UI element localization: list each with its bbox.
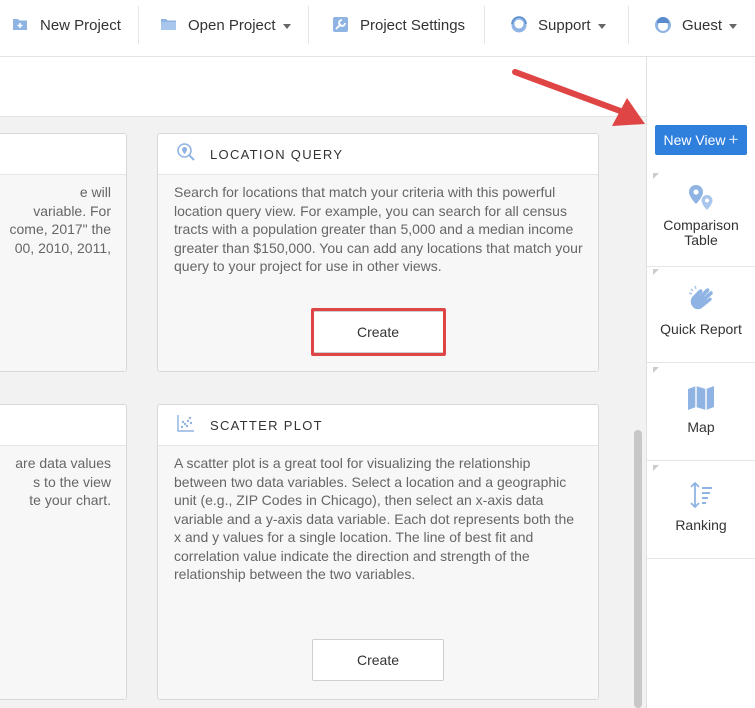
nav-divider <box>628 6 629 44</box>
description-line: are data values <box>15 455 111 471</box>
ranking-icon <box>687 481 715 511</box>
card-title: SCATTER PLOT <box>210 417 323 433</box>
card-title: LOCATION QUERY <box>210 146 344 162</box>
description-line: te your chart. <box>29 492 111 508</box>
scatter-plot-create-button[interactable]: Create <box>312 639 444 681</box>
view-item-label: Table <box>684 232 718 248</box>
description-line: come, 2017" the <box>9 221 111 237</box>
open-project-label: Open Project <box>188 16 276 34</box>
new-project-icon <box>12 16 30 34</box>
description-line: s to the view <box>33 473 111 490</box>
open-project-menu[interactable]: Open Project <box>160 0 291 50</box>
location-search-icon <box>176 142 196 167</box>
view-card-partial-top: e will variable. For come, 2017" the 00,… <box>0 133 127 372</box>
view-item-ranking[interactable]: Ranking <box>647 461 755 559</box>
card-header: LOCATION QUERY <box>158 134 598 174</box>
chevron-down-icon <box>282 23 291 29</box>
view-item-map[interactable]: Map <box>647 363 755 461</box>
scrollbar-thumb[interactable] <box>634 430 642 708</box>
new-project-label: New Project <box>40 16 121 34</box>
new-view-button[interactable]: New View + <box>655 125 747 155</box>
drag-corner-icon <box>653 173 659 179</box>
plus-icon: + <box>728 130 739 149</box>
view-item-label: Quick Report <box>660 321 742 337</box>
card-header <box>0 405 126 445</box>
nav-divider <box>484 6 485 44</box>
top-nav-bar: New Project Open Project Project Setting… <box>0 0 755 57</box>
description-line: variable. For <box>33 202 111 219</box>
create-button-highlight <box>311 308 446 356</box>
description-line: 00, 2010, 2011, <box>14 239 111 256</box>
card-header <box>0 134 126 174</box>
map-icon <box>687 383 715 413</box>
new-project-button[interactable]: New Project <box>12 0 121 50</box>
drag-corner-icon <box>653 269 659 275</box>
scatter-plot-icon <box>176 413 196 438</box>
card-description: A scatter plot is a great tool for visua… <box>174 455 575 582</box>
support-menu[interactable]: Support <box>510 0 606 50</box>
user-avatar-icon <box>654 16 672 34</box>
card-body: are data values s to the view te your ch… <box>0 445 126 699</box>
annotation-arrow <box>512 69 645 126</box>
project-settings-button[interactable]: Project Settings <box>332 0 465 50</box>
drag-corner-icon <box>653 465 659 471</box>
project-settings-label: Project Settings <box>360 16 466 34</box>
guest-label: Guest <box>682 16 723 34</box>
card-description-fragment: e will variable. For come, 2017" the 00,… <box>0 183 111 257</box>
view-item-label: Map <box>687 419 715 435</box>
view-item-comparison-table[interactable]: Comparison Table <box>647 169 755 267</box>
card-body: e will variable. For come, 2017" the 00,… <box>0 174 126 371</box>
chevron-down-icon <box>597 23 606 29</box>
card-description: Search for locations that match your cri… <box>174 184 583 274</box>
view-card-partial-bottom: are data values s to the view te your ch… <box>0 404 127 700</box>
card-description-fragment: are data values s to the view te your ch… <box>0 454 111 510</box>
view-item-label: Ranking <box>675 517 727 533</box>
nav-divider <box>138 6 139 44</box>
guest-user-menu[interactable]: Guest <box>654 0 738 50</box>
view-item-quick-report[interactable]: Quick Report <box>647 265 755 363</box>
new-view-label: New View <box>663 132 726 148</box>
drag-corner-icon <box>653 367 659 373</box>
support-label: Support <box>538 16 591 34</box>
nav-divider <box>308 6 309 44</box>
settings-icon <box>332 16 350 34</box>
chevron-down-icon <box>729 23 738 29</box>
view-item-label: Comparison <box>663 217 739 233</box>
hand-snap-icon <box>687 283 715 313</box>
description-line: e will <box>79 184 111 200</box>
comparison-pins-icon <box>687 183 715 213</box>
folder-icon <box>160 16 178 34</box>
card-header: SCATTER PLOT <box>158 405 598 445</box>
support-icon <box>510 16 528 34</box>
